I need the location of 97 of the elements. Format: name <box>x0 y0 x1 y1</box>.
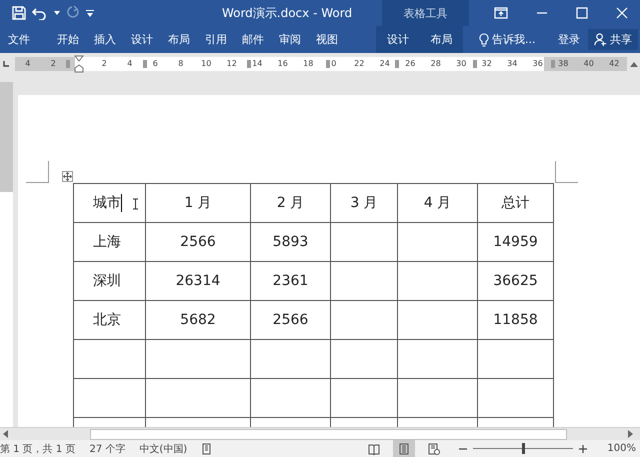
ruler-number: 2 <box>102 59 107 68</box>
ruler-number: 2 <box>50 59 56 68</box>
ribbon-tab[interactable]: 布局 <box>166 32 192 47</box>
table-cell: 北京 <box>93 312 121 328</box>
ribbon-tab[interactable]: 设计 <box>380 32 416 47</box>
table-cell: 14959 <box>493 234 538 250</box>
ruler-number: 18 <box>303 59 314 68</box>
ruler-number: 10 <box>201 59 212 68</box>
ruler-number: 4 <box>127 59 132 68</box>
column-marker-icon[interactable] <box>326 60 330 68</box>
ruler-number: 16 <box>278 59 288 68</box>
ribbon-tab[interactable]: 邮件 <box>240 32 266 47</box>
ruler-number: 0 <box>331 59 336 68</box>
ribbon-tab[interactable]: 审阅 <box>277 32 303 47</box>
ruler-number: 38 <box>558 59 568 68</box>
tell-me-field[interactable]: 告诉我... <box>492 33 548 46</box>
language-indicator[interactable]: 中文(中国) <box>139 442 188 456</box>
proofing-icon[interactable] <box>201 442 214 454</box>
close-icon[interactable] <box>616 7 628 19</box>
maximize-icon[interactable] <box>576 7 588 19</box>
book-icon <box>368 442 380 454</box>
scroll-up-icon[interactable] <box>630 60 638 66</box>
ribbon-display-icon[interactable] <box>494 7 508 19</box>
window-title: Word演示.docx - Word <box>220 4 354 22</box>
table-cell: 36625 <box>493 273 538 289</box>
ruler-number: 36 <box>532 59 543 68</box>
sign-in-link[interactable]: 登录 <box>558 32 580 47</box>
ruler-number: 26 <box>405 59 416 68</box>
ribbon-tab[interactable]: 插入 <box>92 32 118 47</box>
ruler-number: 6 <box>152 59 158 68</box>
table-cell: 上海 <box>93 234 121 250</box>
ruler-number: 8 <box>178 59 184 68</box>
ruler-number: 12 <box>226 59 237 68</box>
context-group-title: 表格工具 <box>404 6 448 20</box>
ruler-number: 4 <box>25 59 30 68</box>
ribbon-tab[interactable]: 开始 <box>55 32 81 47</box>
ruler-number: 42 <box>609 59 620 68</box>
ribbon-tab[interactable]: 视图 <box>314 32 340 47</box>
column-header: 4 月 <box>424 195 452 211</box>
column-header: 总计 <box>502 195 530 211</box>
table-cell: 5682 <box>180 312 216 328</box>
ribbon-tab[interactable]: 引用 <box>203 32 229 47</box>
crop-mark <box>555 161 578 183</box>
table-move-handle-icon[interactable] <box>62 171 73 182</box>
scrollbar-thumb[interactable] <box>90 428 567 440</box>
table-cell: 深圳 <box>93 273 121 289</box>
horizontal-ruler[interactable]: 4 2 2 4 6 8 10 12 14 16 18 0 22 24 26 28 30 32 34 36 38 40 42 <box>15 56 627 70</box>
table-cell: 11858 <box>493 312 538 328</box>
ruler-number: 28 <box>430 59 441 68</box>
column-marker-icon[interactable] <box>395 60 399 68</box>
column-marker-icon[interactable] <box>247 60 251 68</box>
ruler-number: 30 <box>456 59 466 68</box>
table-cell: 2566 <box>272 312 308 328</box>
column-marker-icon[interactable] <box>473 60 477 68</box>
table-cell: 26314 <box>176 273 220 289</box>
indent-marker-icon[interactable] <box>74 54 84 72</box>
ruler-number: 32 <box>482 59 492 68</box>
word-count[interactable]: 27 个字 <box>89 442 126 456</box>
column-marker-icon[interactable] <box>551 60 555 68</box>
web-page-icon <box>428 442 440 454</box>
scroll-left-icon[interactable] <box>2 430 8 438</box>
ruler-number: 34 <box>507 59 518 68</box>
scroll-right-icon[interactable] <box>628 430 634 438</box>
column-marker-icon[interactable] <box>143 60 147 68</box>
table-cell: 2361 <box>272 273 308 289</box>
zoom-level[interactable]: 100% <box>607 443 636 454</box>
zoom-in-icon[interactable] <box>579 444 588 452</box>
text-cursor <box>121 194 122 212</box>
page-icon <box>398 442 410 454</box>
ribbon-tab[interactable]: 布局 <box>423 32 460 47</box>
customize-icon[interactable] <box>86 10 94 16</box>
tab-selector-icon[interactable] <box>2 60 10 68</box>
column-header: 3 月 <box>350 195 378 211</box>
redo-icon[interactable] <box>66 6 80 20</box>
column-marker-icon[interactable] <box>66 60 70 68</box>
column-header: 城市 <box>93 194 121 211</box>
table-cell: 2566 <box>180 234 216 250</box>
ruler-number: 14 <box>252 59 262 68</box>
zoom-slider-thumb[interactable] <box>522 443 526 454</box>
lightbulb-icon <box>479 32 489 46</box>
ruler-number: 22 <box>354 59 364 68</box>
ruler-number: 24 <box>380 59 390 68</box>
print-layout-button[interactable] <box>393 440 416 457</box>
table-cell: 5893 <box>272 234 308 250</box>
undo-icon[interactable] <box>32 6 48 20</box>
i-beam-cursor-icon <box>132 198 139 210</box>
ribbon-tab[interactable]: 设计 <box>129 32 155 47</box>
column-header: 1 月 <box>184 195 212 211</box>
page-count[interactable]: 第 1 页，共 1 页 <box>0 442 76 456</box>
crop-mark <box>26 161 49 183</box>
ribbon-tab[interactable]: 文件 <box>6 32 32 47</box>
caret-icon[interactable] <box>54 11 60 15</box>
save-icon[interactable] <box>12 6 26 20</box>
person-add-icon <box>594 33 607 46</box>
ruler-number: 40 <box>584 59 594 68</box>
share-button[interactable]: 共享 <box>588 29 638 50</box>
column-header: 2 月 <box>276 195 304 211</box>
